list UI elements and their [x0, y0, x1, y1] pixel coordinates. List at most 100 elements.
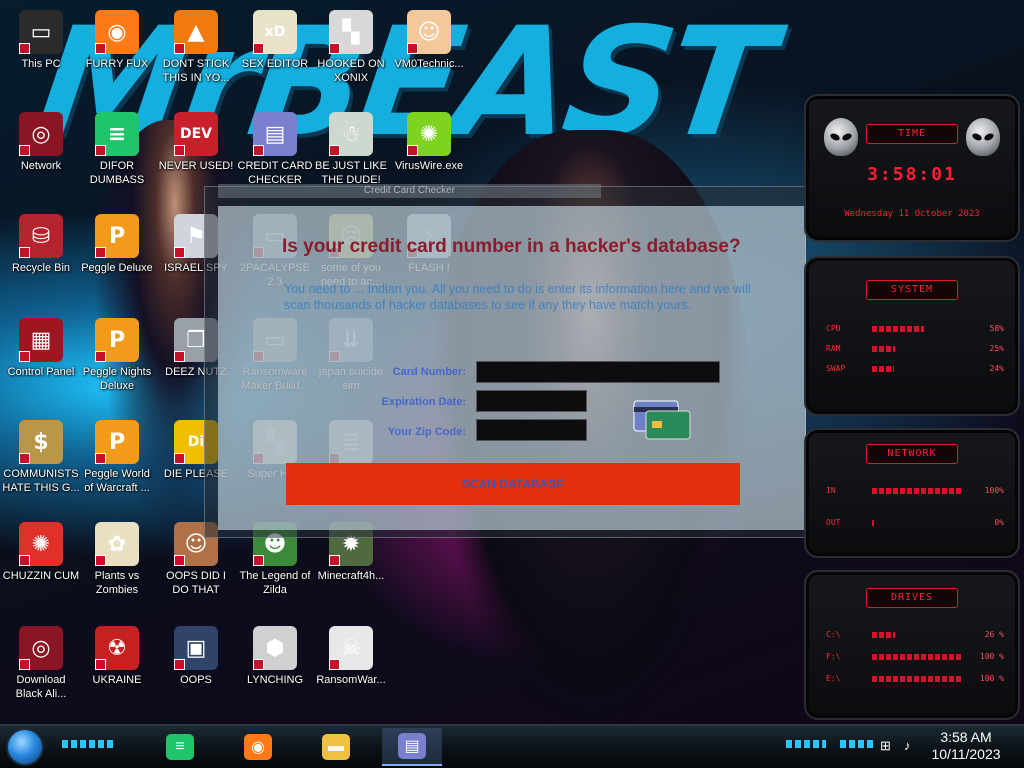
desktop-icon[interactable]: P Peggle Deluxe	[78, 214, 156, 306]
desktop-icon[interactable]: ▭ This PC	[2, 10, 80, 102]
shortcut-arrow-icon	[174, 145, 185, 156]
money-bag-icon: $	[19, 420, 63, 464]
shortcut-arrow-icon	[253, 43, 264, 54]
firefox-icon: ◉	[95, 10, 139, 54]
desktop-icon[interactable]: xD SEX EDITOR	[236, 10, 314, 102]
time-widget-tab: TIME	[866, 124, 958, 144]
network-row-value: 0%	[994, 518, 1004, 527]
system-row-name: CPU	[826, 324, 841, 333]
recycle-bin-icon: ⛁	[19, 214, 63, 258]
disk-box-icon: ▣	[174, 626, 218, 670]
xonix-game-icon: ▚	[329, 10, 373, 54]
shortcut-arrow-icon	[329, 43, 340, 54]
desktop-icon-label: HOOKED ON XONIX	[317, 58, 385, 84]
scan-database-button[interactable]: SCAN DATABASE	[286, 463, 740, 505]
dev-cpp-icon: DEV	[174, 112, 218, 156]
desktop-icon[interactable]: ✺ CHUZZIN CUM	[2, 522, 80, 614]
taskbar-date: 10/11/2023	[931, 746, 1001, 762]
desktop-icon-label: LYNCHING	[246, 674, 304, 686]
desktop-icon-label: DONT STICK THIS IN YO...	[162, 58, 230, 84]
taskbar-app-button[interactable]: ▬	[306, 728, 366, 766]
desktop-icon-label: The Legend of Zilda	[239, 570, 311, 596]
desktop-icon[interactable]: ◉ FURRY FUX	[78, 10, 156, 102]
network-tray-icon[interactable]: ⊞	[880, 738, 891, 754]
desktop-icon-label: Control Panel	[7, 366, 75, 378]
russian-badge-icon: ⬢	[253, 626, 297, 670]
shortcut-arrow-icon	[95, 43, 106, 54]
window-title-bar[interactable]: Credit Card Checker	[218, 184, 601, 198]
drives-row-bar	[872, 632, 895, 638]
desktop-icon-label: Minecraft4h...	[317, 570, 385, 582]
desktop-icon-label: This PC	[21, 58, 61, 70]
control-panel-icon: ▦	[19, 318, 63, 362]
desktop-icon-label: Recycle Bin	[11, 262, 71, 274]
shortcut-arrow-icon	[19, 247, 30, 258]
system-row-bar	[872, 326, 924, 332]
desktop-icon[interactable]: ✿ Plants vs Zombies	[78, 522, 156, 614]
card-number-input[interactable]	[476, 361, 720, 383]
taskbar-app-button[interactable]: ≡	[150, 728, 210, 766]
drives-row-value: 100 %	[979, 652, 1004, 661]
desktop-icon-label: Network	[20, 160, 62, 172]
drives-row: E:\ 100 %	[826, 672, 1004, 686]
chat-app-icon: ≡	[166, 734, 194, 760]
drives-row: C:\ 26 %	[826, 628, 1004, 642]
desktop-icon[interactable]: P Peggle World of Warcraft ...	[78, 420, 156, 512]
shortcut-arrow-icon	[253, 555, 264, 566]
peggle-wow-icon: P	[95, 420, 139, 464]
desktop-icon[interactable]: ▚ HOOKED ON XONIX	[312, 10, 390, 102]
network-row-name: IN	[826, 486, 836, 495]
expiration-date-input[interactable]	[476, 390, 587, 412]
taskbar-clock[interactable]: 3:58 AM 10/11/2023	[930, 729, 1002, 763]
desktop-icon[interactable]: ☠ RansomWar...	[312, 626, 390, 718]
desktop-icon[interactable]: ≡ DIFOR DUMBASS	[78, 112, 156, 204]
alien-head-icon	[824, 118, 858, 156]
doctor-icon: ☺	[407, 10, 451, 54]
taskbar-app-button[interactable]: ◉	[228, 728, 288, 766]
network-icon: ◎	[19, 112, 63, 156]
credit-card-icon: ▤	[398, 733, 426, 759]
shortcut-arrow-icon	[253, 145, 264, 156]
drives-widget: DRIVES C:\ 26 % F:\ 100 % E:\ 100 %	[804, 570, 1020, 720]
shortcut-arrow-icon	[174, 659, 185, 670]
shortcut-arrow-icon	[19, 145, 30, 156]
desktop-icon[interactable]: ◎ Download Black Ali...	[2, 626, 80, 718]
shortcut-arrow-icon	[19, 43, 30, 54]
peggle-icon: P	[95, 214, 139, 258]
shortcut-arrow-icon	[407, 145, 418, 156]
volume-icon[interactable]: ♪	[904, 738, 911, 753]
desktop-icon[interactable]: $ COMMUNISTS HATE THIS G...	[2, 420, 80, 512]
lime-icon: ✺	[407, 112, 451, 156]
desktop-icon[interactable]: ▦ Control Panel	[2, 318, 80, 410]
desktop-icon[interactable]: ▲ DONT STICK THIS IN YO...	[157, 10, 235, 102]
desktop-icon[interactable]: ⛁ Recycle Bin	[2, 214, 80, 306]
desktop-icon-label: Peggle World of Warcraft ...	[84, 468, 150, 494]
desktop-icon-label: Peggle Deluxe	[81, 262, 153, 274]
taskbar-decoration	[840, 740, 874, 748]
card-number-label: Card Number:	[392, 366, 466, 378]
shortcut-arrow-icon	[95, 555, 106, 566]
zip-code-input[interactable]	[476, 419, 587, 441]
shortcut-arrow-icon	[95, 659, 106, 670]
network-row-value: 100%	[984, 486, 1004, 495]
system-row-bar	[872, 366, 894, 372]
desktop-icon[interactable]: ◎ Network	[2, 112, 80, 204]
network-row: OUT 0%	[826, 516, 1004, 530]
desktop-icon[interactable]: ☺ VM0Technic...	[390, 10, 468, 102]
start-button[interactable]	[6, 728, 44, 766]
expiration-date-label: Expiration Date:	[381, 396, 466, 408]
desktop-icon[interactable]: P Peggle Nights Deluxe	[78, 318, 156, 410]
drives-row: F:\ 100 %	[826, 650, 1004, 664]
desktop-icon[interactable]: ☢ UKRAINE	[78, 626, 156, 718]
desktop-icon-label: DIFOR DUMBASS	[89, 160, 145, 186]
taskbar-app-button[interactable]: ▤	[382, 728, 442, 766]
taskbar-decoration	[786, 740, 826, 748]
widget-date: Wednesday 11 October 2023	[844, 209, 980, 219]
system-row-name: RAM	[826, 344, 841, 353]
desktop-icon[interactable]: ▣ OOPS	[157, 626, 235, 718]
desktop-icon-label: UKRAINE	[92, 674, 142, 686]
desktop-icon[interactable]: ⬢ LYNCHING	[236, 626, 314, 718]
shortcut-arrow-icon	[95, 247, 106, 258]
shortcut-arrow-icon	[19, 555, 30, 566]
shortcut-arrow-icon	[19, 659, 30, 670]
